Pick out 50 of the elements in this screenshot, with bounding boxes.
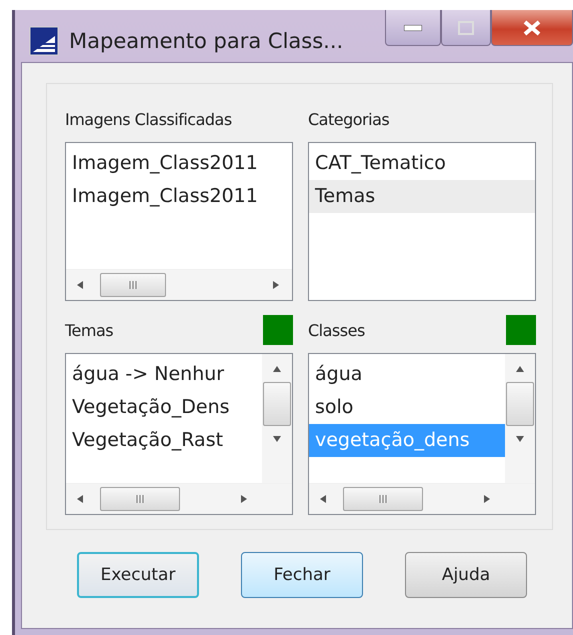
close-button[interactable] bbox=[491, 10, 573, 46]
list-box[interactable]: água -> Nenhur Vegetação_Dens Vegetação_Rast bbox=[65, 353, 293, 515]
down-arrow-icon[interactable] bbox=[515, 434, 525, 444]
list-item[interactable]: Vegetação_Dens bbox=[66, 391, 262, 424]
list-item[interactable]: Imagem_Class2011 bbox=[66, 180, 292, 213]
horizontal-scrollbar[interactable] bbox=[309, 483, 535, 514]
app-icon bbox=[29, 26, 59, 56]
maximize-icon bbox=[458, 20, 474, 34]
left-arrow-icon[interactable] bbox=[319, 494, 329, 504]
grip-icon bbox=[135, 495, 145, 503]
down-arrow-icon[interactable] bbox=[272, 434, 282, 444]
left-arrow-icon[interactable] bbox=[76, 280, 86, 290]
up-arrow-icon[interactable] bbox=[515, 364, 525, 374]
list-box[interactable]: Imagem_Class2011 Imagem_Class2011 bbox=[65, 142, 293, 301]
list-item[interactable]: Imagem_Class2011 bbox=[66, 147, 292, 180]
minimize-button[interactable] bbox=[385, 10, 441, 46]
scroll-thumb[interactable] bbox=[100, 487, 180, 511]
list-item[interactable]: CAT_Tematico bbox=[309, 147, 535, 180]
color-swatch[interactable] bbox=[263, 315, 293, 345]
list-item[interactable]: água -> Nenhur bbox=[66, 358, 262, 391]
grip-icon bbox=[128, 281, 138, 289]
scroll-thumb[interactable] bbox=[343, 487, 423, 511]
scroll-thumb[interactable] bbox=[263, 382, 291, 426]
dialog-button[interactable]: Fechar bbox=[241, 552, 363, 598]
list-label: Imagens Classificadas bbox=[65, 110, 232, 128]
list-item[interactable]: Vegetação_Rast bbox=[66, 424, 262, 457]
dialog-button[interactable]: Ajuda bbox=[405, 552, 527, 598]
list-box[interactable]: água solo vegetação_dens bbox=[308, 353, 536, 515]
list-item[interactable]: Temas bbox=[309, 180, 535, 213]
dialog-button[interactable]: Executar bbox=[77, 552, 199, 598]
vertical-scrollbar[interactable] bbox=[505, 354, 535, 483]
horizontal-scrollbar[interactable] bbox=[66, 483, 292, 514]
list-label: Temas bbox=[65, 320, 114, 340]
list-label: Classes bbox=[308, 320, 365, 340]
window-title: Mapeamento para Class... bbox=[69, 29, 344, 53]
up-arrow-icon[interactable] bbox=[272, 364, 282, 374]
horizontal-scrollbar[interactable] bbox=[66, 269, 292, 300]
color-swatch[interactable] bbox=[506, 315, 536, 345]
grip-icon bbox=[378, 495, 388, 503]
list-label: Categorias bbox=[308, 110, 390, 128]
list-box[interactable]: CAT_Tematico Temas bbox=[308, 142, 536, 301]
maximize-button[interactable] bbox=[441, 10, 491, 46]
list-item[interactable]: solo bbox=[309, 391, 505, 424]
scroll-thumb[interactable] bbox=[506, 382, 534, 426]
minimize-icon bbox=[404, 24, 422, 30]
left-arrow-icon[interactable] bbox=[76, 494, 86, 504]
list-item[interactable]: água bbox=[309, 358, 505, 391]
close-icon bbox=[523, 20, 541, 36]
scroll-thumb[interactable] bbox=[100, 273, 166, 297]
vertical-scrollbar[interactable] bbox=[262, 354, 292, 483]
